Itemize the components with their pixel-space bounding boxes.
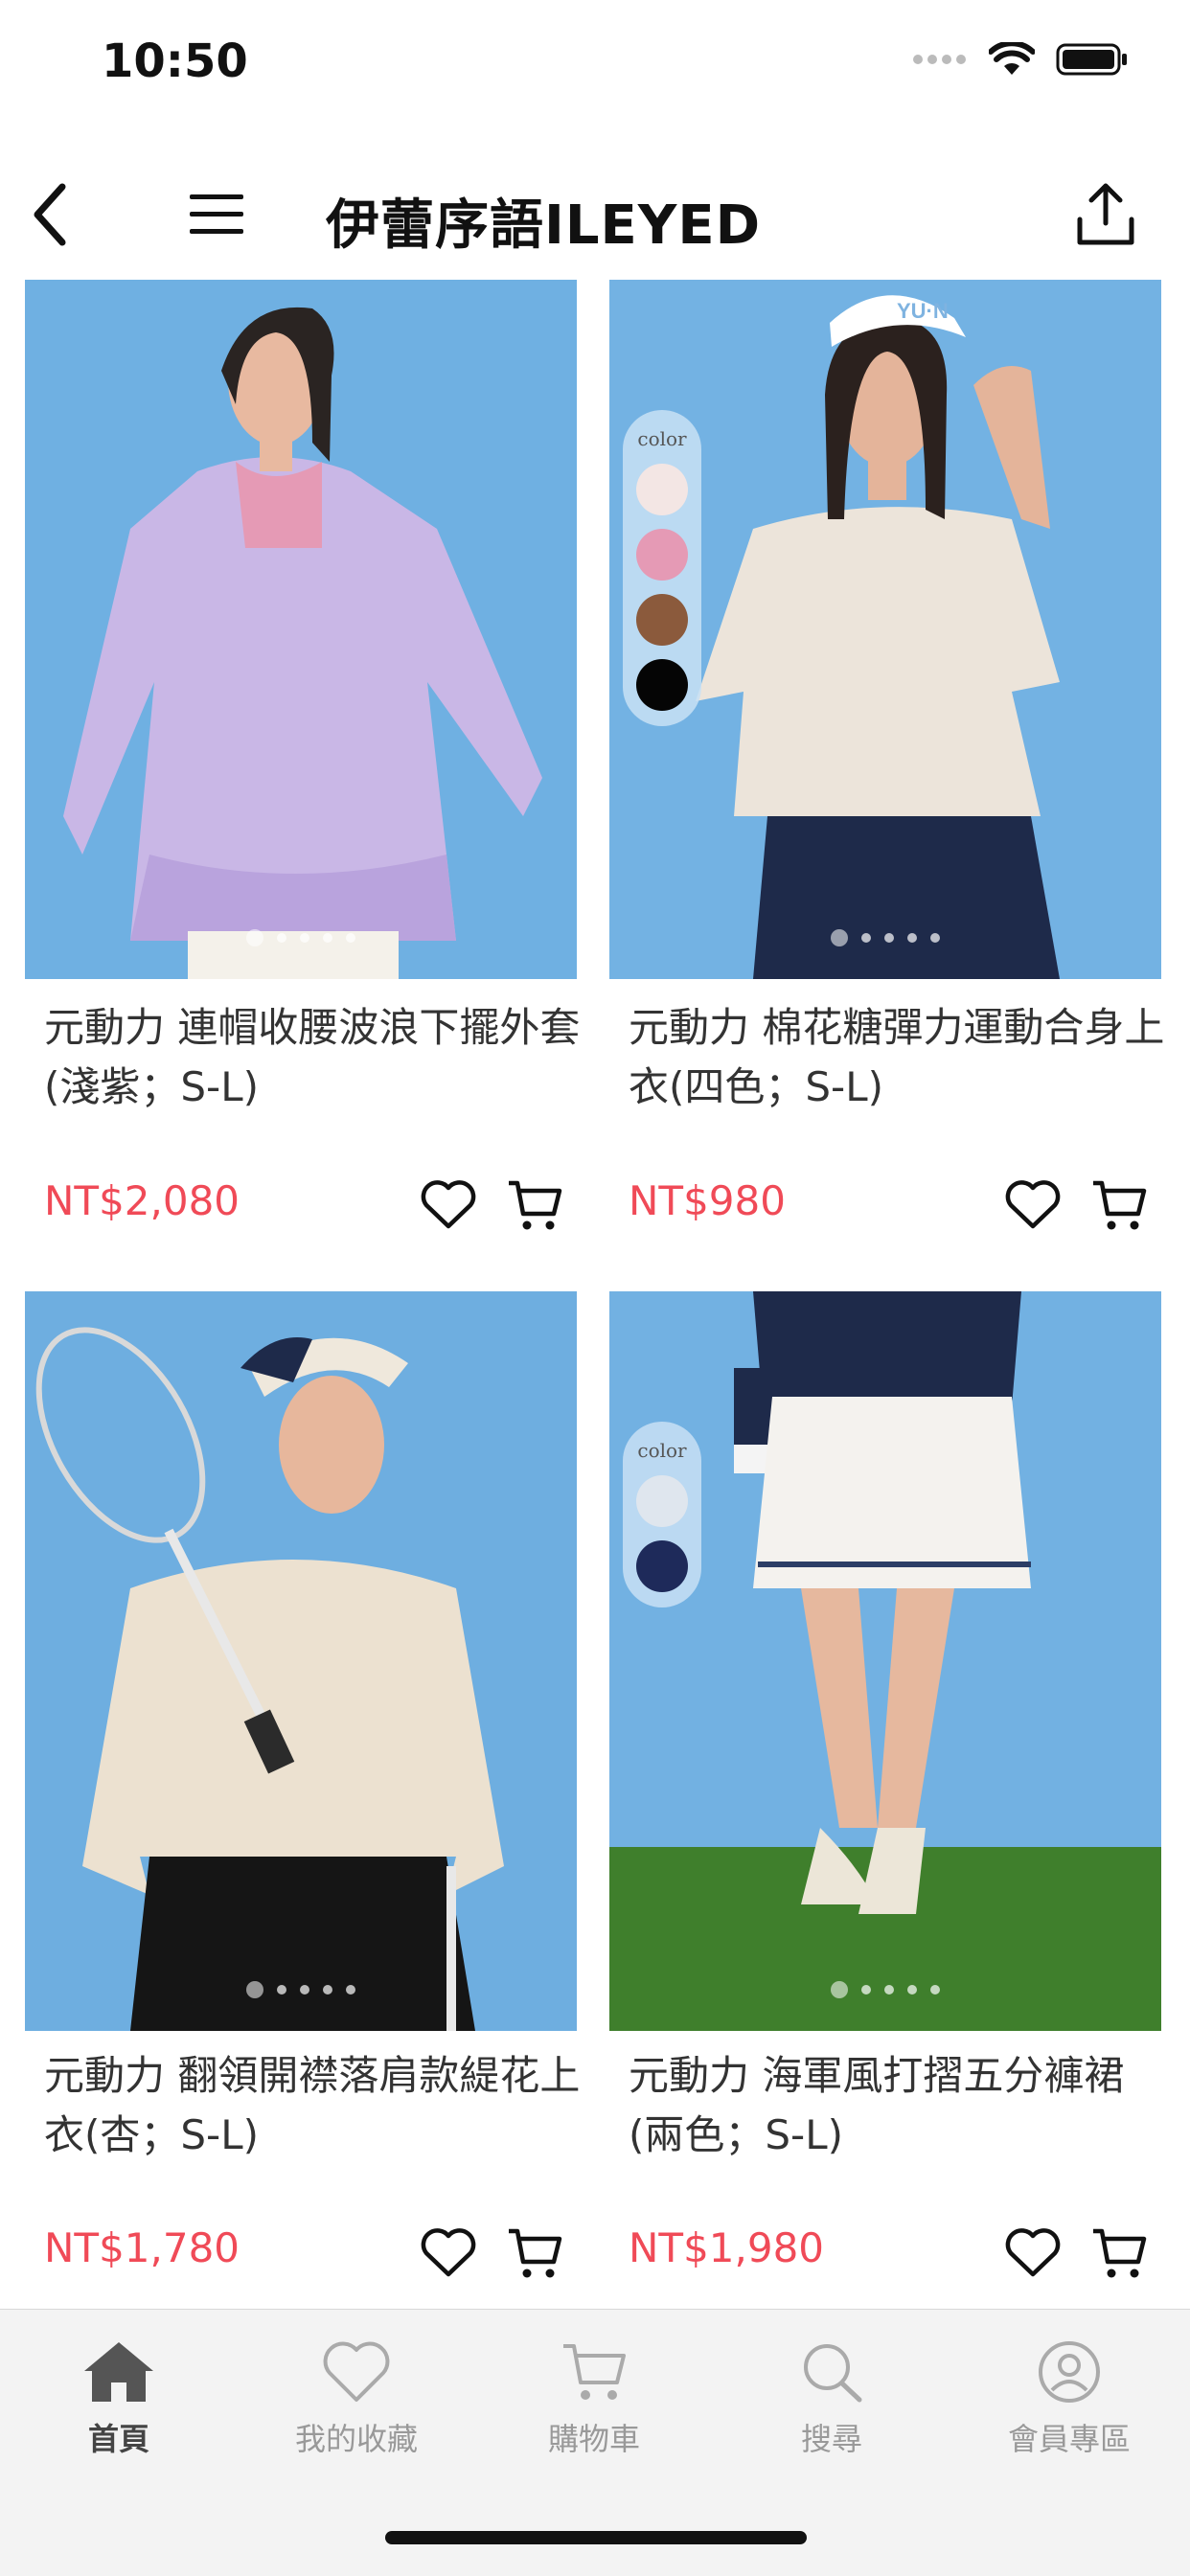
product-name[interactable]: 元動力 棉花糖彈力運動合身上衣(四色；S-L) (629, 998, 1165, 1117)
search-icon (804, 2344, 862, 2403)
heart-icon (323, 2341, 390, 2402)
heart-icon (1005, 1180, 1061, 1229)
product-price: NT$1,780 (44, 2224, 240, 2271)
color-swatch-panel: color (623, 410, 701, 726)
status-time: 10:50 (102, 34, 248, 88)
image-pagination-dots[interactable] (609, 929, 1161, 946)
favorite-button[interactable] (1002, 2223, 1064, 2284)
color-swatch[interactable] (636, 464, 688, 515)
product-name[interactable]: 元動力 海軍風打摺五分褲裙(兩色；S-L) (629, 2046, 1165, 2165)
chevron-left-icon (34, 183, 66, 246)
home-icon (84, 2342, 153, 2402)
tab-label: 購物車 (547, 2421, 640, 2457)
tab-cart[interactable]: 購物車 (475, 2340, 713, 2459)
product-image[interactable]: YU·N color (609, 280, 1161, 979)
hamburger-menu-icon (190, 194, 243, 234)
back-button[interactable] (11, 176, 88, 253)
wifi-icon (989, 42, 1035, 75)
cellular-signal-icon (913, 55, 966, 64)
color-swatch[interactable] (636, 1540, 688, 1592)
home-indicator[interactable] (385, 2531, 807, 2544)
product-name[interactable]: 元動力 連帽收腰波浪下擺外套(淺紫；S-L) (44, 998, 581, 1117)
product-image[interactable]: color (609, 1291, 1161, 2031)
product-image[interactable] (25, 280, 577, 979)
svg-text:YU·N: YU·N (897, 299, 949, 323)
product-name[interactable]: 元動力 翻領開襟落肩款緹花上衣(杏；S-L) (44, 2046, 581, 2165)
tab-home[interactable]: 首頁 (0, 2340, 238, 2459)
heart-icon (421, 2228, 476, 2277)
heart-icon (421, 1180, 476, 1229)
add-to-cart-button[interactable] (1088, 2223, 1150, 2284)
heart-icon (1005, 2228, 1061, 2277)
share-icon (1077, 183, 1134, 245)
image-pagination-dots[interactable] (25, 929, 577, 946)
product-price: NT$980 (629, 1177, 786, 1224)
add-to-cart-button[interactable] (1088, 1174, 1150, 1236)
swatch-title: color (637, 1439, 687, 1462)
status-bar: 10:50 (0, 0, 1190, 134)
share-button[interactable] (1067, 176, 1144, 253)
status-icons (912, 42, 1129, 77)
favorite-button[interactable] (418, 2223, 479, 2284)
cart-icon (563, 2344, 626, 2400)
user-icon (1039, 2341, 1100, 2403)
cart-icon (509, 1180, 562, 1230)
tab-label: 我的收藏 (294, 2421, 418, 2457)
page-title: 伊蕾序語ILEYED (326, 194, 762, 257)
color-swatch-panel: color (623, 1422, 701, 1607)
product-price: NT$1,980 (629, 2224, 825, 2271)
cart-icon (509, 2228, 562, 2278)
menu-button[interactable] (178, 176, 255, 253)
color-swatch[interactable] (636, 529, 688, 581)
battery-icon (1056, 43, 1127, 76)
add-to-cart-button[interactable] (504, 1174, 565, 1236)
product-photo (25, 280, 577, 979)
tab-search[interactable]: 搜尋 (713, 2340, 950, 2459)
image-pagination-dots[interactable] (609, 1981, 1161, 1998)
product-price: NT$2,080 (44, 1177, 240, 1224)
swatch-title: color (637, 427, 687, 450)
tab-member[interactable]: 會員專區 (950, 2340, 1188, 2459)
add-to-cart-button[interactable] (504, 2223, 565, 2284)
tab-label: 會員專區 (1007, 2421, 1131, 2457)
product-image[interactable] (25, 1291, 577, 2031)
navigation-bar: 伊蕾序語ILEYED (0, 153, 1190, 268)
color-swatch[interactable] (636, 1475, 688, 1527)
cart-icon (1093, 1180, 1147, 1230)
image-pagination-dots[interactable] (25, 1981, 577, 1998)
favorite-button[interactable] (1002, 1174, 1064, 1236)
favorite-button[interactable] (418, 1174, 479, 1236)
color-swatch[interactable] (636, 594, 688, 646)
tab-label: 搜尋 (800, 2421, 862, 2457)
product-photo (609, 1291, 1161, 2031)
tab-label: 首頁 (87, 2421, 149, 2457)
cart-icon (1093, 2228, 1147, 2278)
product-photo (25, 1291, 577, 2031)
tab-favorites[interactable]: 我的收藏 (238, 2340, 475, 2459)
color-swatch[interactable] (636, 659, 688, 711)
